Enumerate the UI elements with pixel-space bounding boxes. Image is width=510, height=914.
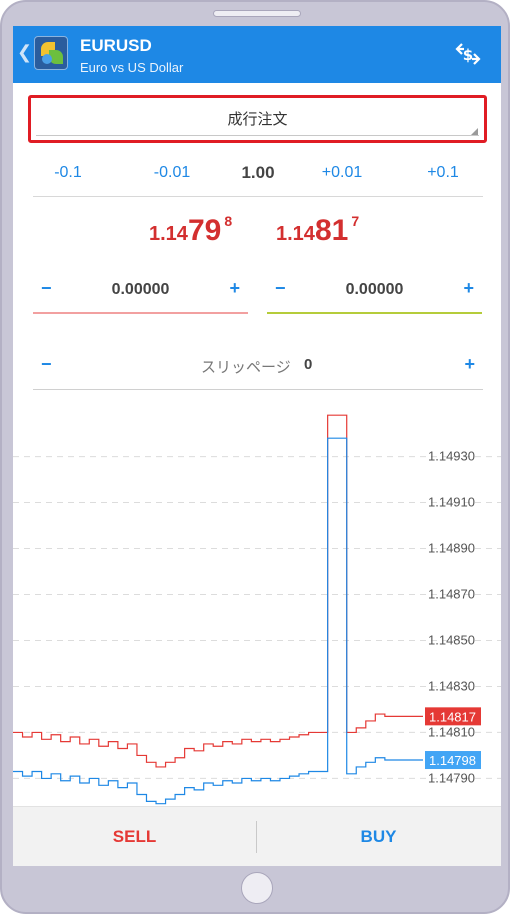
symbol-description: Euro vs US Dollar <box>80 60 184 75</box>
sell-price-prefix: 1.14 <box>149 223 188 245</box>
slippage-value[interactable]: 0 <box>304 356 312 373</box>
y-tick-label: 1.14890 <box>428 541 475 556</box>
volume-stepper: -0.1 -0.01 1.00 +0.01 +0.1 <box>33 160 483 196</box>
take-profit-underline <box>267 312 482 314</box>
buy-price-prefix: 1.14 <box>276 223 315 245</box>
volume-plus-0-1-button[interactable]: +0.1 <box>408 164 478 182</box>
order-type-label: 成行注文 <box>227 111 288 128</box>
buy-price: 1.1481 7 <box>276 213 360 248</box>
stop-loss-input[interactable]: 0.00000 <box>33 281 248 299</box>
volume-plus-0-01-button[interactable]: +0.01 <box>307 164 377 182</box>
device-frame: ❮ EURUSD Euro vs US Dollar $ 成行注文 -0.1 -… <box>0 0 510 914</box>
take-profit-plus-button[interactable]: + <box>463 278 474 299</box>
stop-loss-stepper: − 0.00000 + <box>33 272 248 314</box>
ask-price-marker-label: 1.14817 <box>429 709 476 724</box>
y-tick-label: 1.14910 <box>428 495 475 510</box>
dropdown-corner-icon <box>471 128 478 135</box>
buy-price-pips: 81 <box>314 214 349 247</box>
sell-price-pips: 79 <box>187 214 222 247</box>
symbol-name: EURUSD <box>80 36 152 55</box>
order-type-underline <box>36 135 479 136</box>
app-header: ❮ EURUSD Euro vs US Dollar $ <box>13 26 501 83</box>
volume-minus-0-1-button[interactable]: -0.1 <box>33 164 103 182</box>
sell-price: 1.1479 8 <box>149 213 233 248</box>
app-screen: ❮ EURUSD Euro vs US Dollar $ 成行注文 -0.1 -… <box>13 26 501 866</box>
volume-minus-0-01-button[interactable]: -0.01 <box>137 164 207 182</box>
slippage-stepper: − スリッページ 0 + <box>33 348 483 390</box>
chevron-left-icon[interactable]: ❮ <box>17 42 32 63</box>
sell-button[interactable]: SELL <box>13 807 256 866</box>
y-tick-label: 1.14930 <box>428 449 475 464</box>
device-speaker <box>213 10 301 17</box>
tick-chart-svg: 1.14930 1.14910 1.14890 1.14870 1.14850 1.148… <box>13 414 501 805</box>
y-tick-label: 1.14810 <box>428 724 475 739</box>
slippage-underline <box>33 389 483 390</box>
bid-price-marker-label: 1.14798 <box>429 753 476 768</box>
y-tick-label: 1.14790 <box>428 770 475 785</box>
y-tick-label: 1.14830 <box>428 678 475 693</box>
stop-loss-plus-button[interactable]: + <box>229 278 240 299</box>
slippage-plus-button[interactable]: + <box>464 354 475 375</box>
y-tick-label: 1.14850 <box>428 632 475 647</box>
ask-price-line <box>13 414 423 768</box>
buy-price-fraction: 7 <box>351 213 360 229</box>
slippage-label: スリッページ <box>201 359 291 376</box>
stop-loss-underline <box>33 312 248 314</box>
trade-exchange-icon[interactable]: $ <box>453 40 483 68</box>
metatrader-logo <box>34 36 68 70</box>
take-profit-input[interactable]: 0.00000 <box>267 281 482 299</box>
volume-divider <box>33 196 483 197</box>
y-tick-label: 1.14870 <box>428 587 475 602</box>
order-type-select[interactable]: 成行注文 <box>28 95 487 143</box>
device-home-button[interactable] <box>241 872 273 904</box>
bid-price-line <box>13 437 423 805</box>
slippage-minus-button[interactable]: − <box>41 354 52 375</box>
order-action-bar: SELL BUY <box>13 806 501 866</box>
take-profit-stepper: − 0.00000 + <box>267 272 482 314</box>
buy-button[interactable]: BUY <box>257 807 500 866</box>
svg-text:$: $ <box>463 46 473 64</box>
tick-chart: 1.14930 1.14910 1.14890 1.14870 1.14850 1.148… <box>13 406 501 806</box>
volume-value[interactable]: 1.00 <box>223 163 293 183</box>
sell-price-fraction: 8 <box>224 213 233 229</box>
